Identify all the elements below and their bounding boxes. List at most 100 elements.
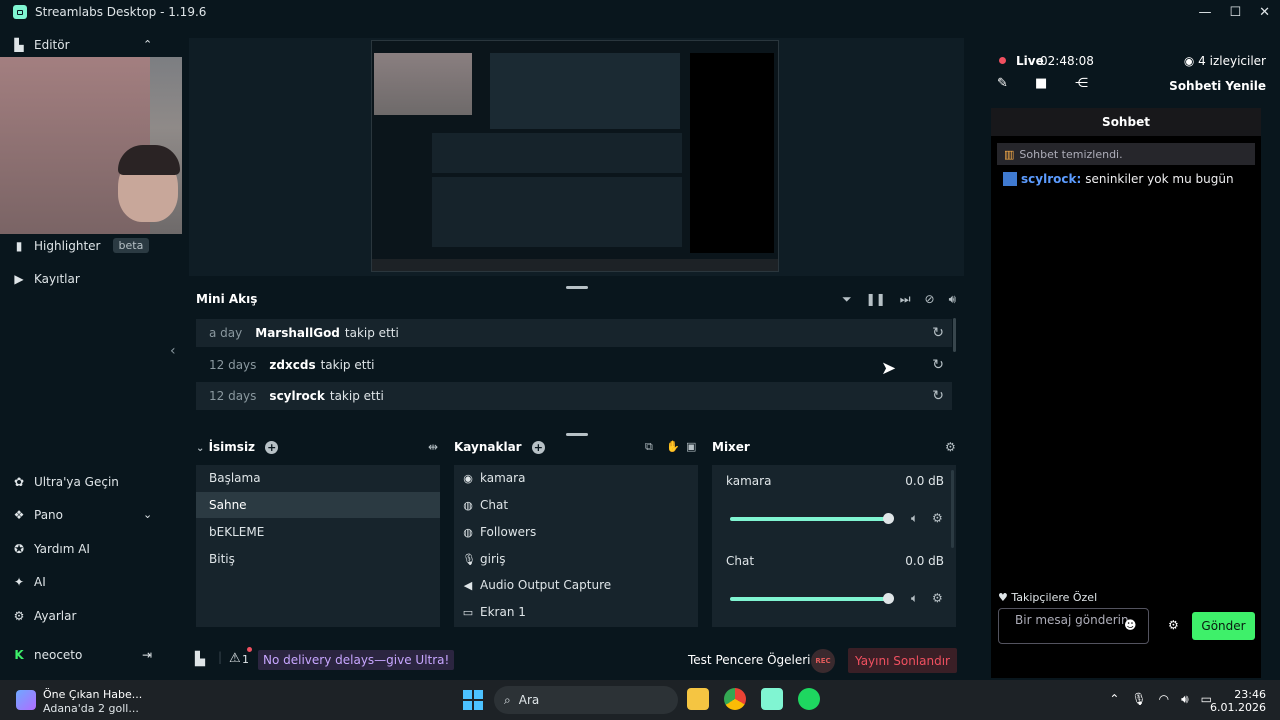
source-item[interactable]: ▭ Ekran 1: [462, 605, 526, 619]
mixer-channel-db: 0.0 dB: [905, 554, 944, 568]
chat-settings-gear-icon[interactable]: ⚙: [1168, 618, 1179, 632]
feed-resize-handle[interactable]: [566, 433, 588, 436]
maximize-button[interactable]: ☐: [1229, 5, 1241, 20]
ultra-promo-link[interactable]: No delivery delays—give Ultra!: [258, 650, 455, 670]
source-item[interactable]: ◀ Audio Output Capture: [462, 578, 611, 592]
feed-action: takip etti: [329, 389, 384, 403]
feed-user: MarshallGod: [255, 326, 340, 340]
mute-notifications-icon[interactable]: ⊘: [925, 292, 935, 307]
news-widget-title[interactable]: Öne Çıkan Habe...: [43, 688, 142, 701]
scene-item[interactable]: Sahne: [196, 492, 440, 518]
spotify-icon[interactable]: [798, 688, 820, 710]
chevron-down-icon[interactable]: ⌄: [143, 508, 152, 521]
send-chat-button[interactable]: Gönder: [1192, 612, 1255, 640]
sidebar-item-label: Yardım AI: [34, 542, 90, 556]
news-widget-subtitle[interactable]: Adana'da 2 goll...: [43, 702, 139, 715]
sidebar-item-ai[interactable]: ✦ AI: [12, 575, 46, 589]
source-item[interactable]: ◉ kamara: [462, 471, 525, 485]
replay-icon[interactable]: ↻: [932, 325, 944, 341]
sidebar-item-dashboard[interactable]: ❖ Pano: [12, 508, 63, 522]
volume-slider[interactable]: [730, 597, 888, 601]
sidebar-item-user[interactable]: K neoceto: [12, 648, 82, 662]
volume-slider[interactable]: [730, 517, 888, 521]
minimize-button[interactable]: —: [1198, 5, 1211, 20]
status-footer: ▙ | ⚠ 1 No delivery delays—give Ultra! T…: [182, 640, 972, 680]
mixer-settings-gear-icon[interactable]: ⚙: [945, 440, 956, 454]
share-icon[interactable]: ⋲: [1075, 76, 1088, 91]
windows-start-icon[interactable]: [463, 690, 483, 710]
microphone-icon[interactable]: 🎙︎: [1131, 692, 1146, 707]
add-scene-button[interactable]: +: [265, 441, 279, 454]
taskbar-search[interactable]: ⌕ Ara: [494, 686, 678, 714]
feed-scrollbar[interactable]: [953, 318, 956, 352]
taskbar-clock[interactable]: 23:46 6.01.2026: [1210, 688, 1266, 714]
clip-icon[interactable]: ■: [1035, 76, 1047, 91]
source-label: giriş: [480, 552, 506, 566]
wifi-icon[interactable]: ◠: [1159, 692, 1169, 707]
volume-slider-thumb[interactable]: [883, 593, 894, 604]
source-item[interactable]: ◍ Chat: [462, 498, 508, 512]
refresh-chat-button[interactable]: Sohbeti Yenile: [1169, 79, 1266, 93]
emoji-icon[interactable]: ☻: [1124, 618, 1137, 632]
test-widgets-button[interactable]: Test Pencere Ögeleri: [688, 653, 811, 667]
source-item[interactable]: ◍ Followers: [462, 525, 536, 539]
source-label: Chat: [480, 498, 509, 512]
play-circle-icon: ▶: [14, 272, 24, 286]
warning-icon[interactable]: ⚠: [229, 651, 241, 666]
chat-message-user[interactable]: scylrock:: [1021, 172, 1081, 186]
volume-icon[interactable]: 🔊︎: [949, 292, 957, 307]
filter-icon[interactable]: ⏷: [842, 292, 852, 307]
edit-stream-info-icon[interactable]: ✎: [997, 76, 1008, 91]
replay-icon[interactable]: ↻: [932, 357, 944, 373]
pause-icon[interactable]: ❚❚: [866, 292, 886, 307]
sidebar-item-editor[interactable]: ▙ Editör: [12, 38, 69, 52]
news-widget-icon[interactable]: [16, 690, 36, 710]
feed-toolbar: ⏷ ❚❚ ⏭ ⊘ 🔊︎: [842, 292, 956, 307]
close-button[interactable]: ✕: [1259, 5, 1270, 20]
source-lock-icon[interactable]: ✋: [666, 440, 680, 453]
file-explorer-icon[interactable]: [687, 688, 709, 710]
sidebar-item-recordings[interactable]: ▶ Kayıtlar: [12, 272, 79, 286]
sidebar-item-highlighter[interactable]: ▮ Highlighter beta: [12, 238, 150, 253]
gear-icon[interactable]: ⚙: [932, 511, 943, 525]
alerts-count: 1: [242, 653, 249, 666]
replay-icon[interactable]: ↻: [932, 388, 944, 404]
volume-slider-thumb[interactable]: [883, 513, 894, 524]
eye-icon: ◉: [1183, 54, 1199, 68]
source-item[interactable]: 🎙︎ giriş: [462, 552, 505, 566]
window-title: Streamlabs Desktop - 1.19.6: [35, 5, 207, 19]
source-preview-icon[interactable]: ⧉: [645, 440, 653, 454]
collapse-sidebar-icon[interactable]: ‹: [170, 343, 176, 359]
chevron-up-icon[interactable]: ⌃: [1109, 692, 1119, 707]
monitor-icon: ▭: [462, 605, 474, 619]
chevron-down-icon[interactable]: ⌄: [196, 443, 204, 454]
add-source-button[interactable]: +: [531, 441, 545, 454]
preview-resize-handle[interactable]: [566, 286, 588, 289]
speaker-icon[interactable]: 🔈︎: [911, 511, 918, 526]
feed-time: a day: [209, 326, 243, 340]
logout-icon[interactable]: ⇥: [142, 648, 152, 662]
scene-item[interactable]: bEKLEME: [196, 519, 440, 545]
sources-header: Kaynaklar +: [454, 440, 545, 454]
gear-icon[interactable]: ⚙: [932, 591, 943, 605]
feed-time: 12 days: [209, 389, 257, 403]
volume-icon[interactable]: 🔊︎: [1181, 692, 1189, 707]
mixer-scrollbar[interactable]: [951, 470, 954, 548]
chevron-up-icon[interactable]: ⌃: [143, 38, 152, 51]
end-stream-button[interactable]: Yayını Sonlandır: [848, 648, 957, 673]
add-folder-icon[interactable]: ▣: [686, 440, 696, 453]
sidebar-item-help-ai[interactable]: ✪ Yardım AI: [12, 542, 90, 556]
scene-transition-icon[interactable]: ⇹: [428, 440, 438, 454]
streamlabs-taskbar-icon[interactable]: [761, 688, 783, 710]
performance-stats-icon[interactable]: ▙: [195, 652, 205, 667]
chrome-icon[interactable]: [724, 688, 746, 710]
scene-item[interactable]: Bitiş: [196, 546, 440, 572]
scene-item[interactable]: Başlama: [196, 465, 440, 491]
alert-dot: [247, 647, 252, 652]
sidebar-item-ultra[interactable]: ✿ Ultra'ya Geçin: [12, 475, 119, 489]
skip-icon[interactable]: ⏭: [900, 292, 911, 307]
highlighter-icon: ▮: [15, 238, 23, 253]
sidebar-item-settings[interactable]: ⚙ Ayarlar: [12, 609, 77, 623]
speaker-icon[interactable]: 🔈︎: [911, 591, 918, 606]
record-button[interactable]: REC: [811, 649, 835, 673]
